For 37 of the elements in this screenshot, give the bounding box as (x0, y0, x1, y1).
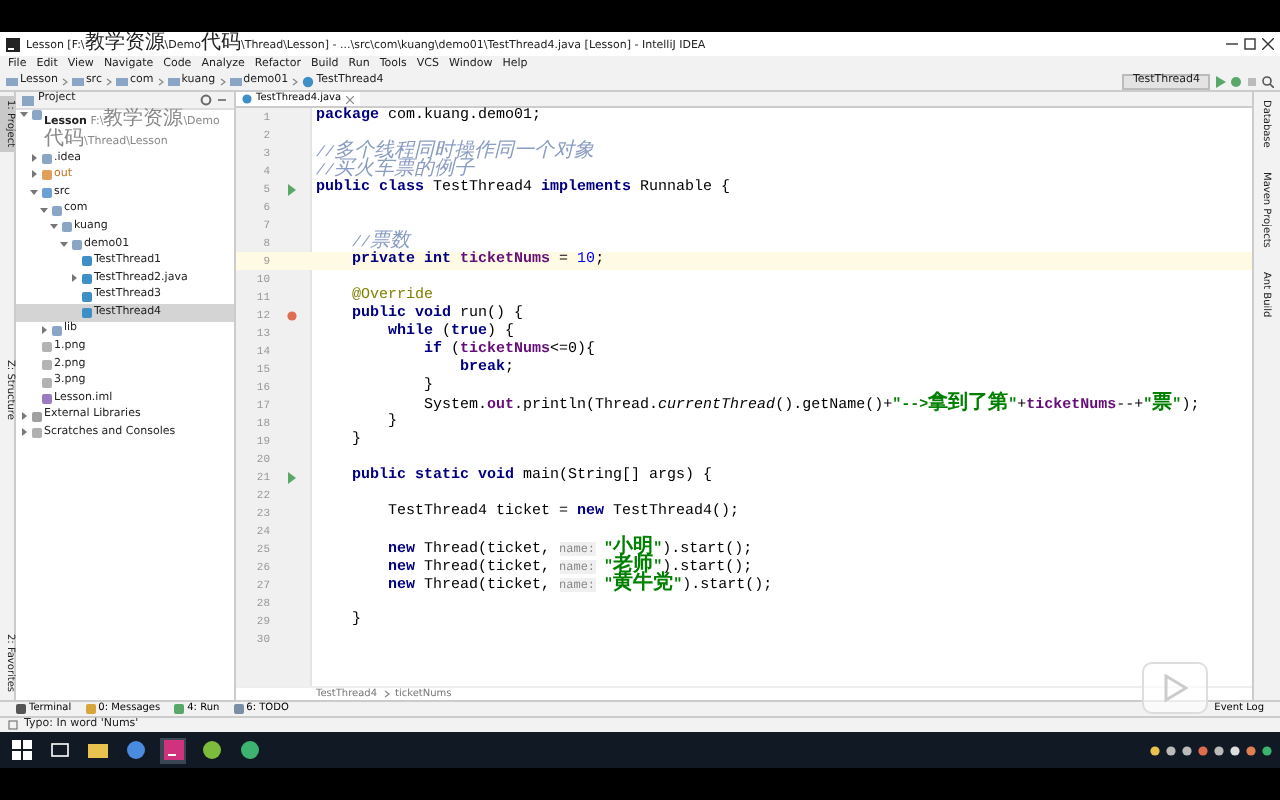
tool-icon (85, 704, 96, 714)
folder-icon (167, 76, 180, 88)
file-icon (41, 394, 51, 405)
maximize-icon (1244, 38, 1256, 50)
collapsed-arrow-icon (40, 325, 48, 334)
run-icon (1214, 76, 1226, 88)
stop-icon (1246, 76, 1258, 88)
tool-icon (174, 704, 185, 714)
chevron-icon (61, 78, 68, 86)
app-icon (125, 740, 145, 760)
chevron-icon (292, 78, 299, 86)
close-icon (345, 95, 354, 103)
collapsed-arrow-icon (70, 273, 78, 282)
minimize-icon (1226, 38, 1238, 50)
tool-icon (233, 704, 244, 714)
chevron-icon (105, 78, 112, 86)
app-logo-icon (6, 37, 20, 51)
class-icon (302, 76, 315, 88)
task-view-icon (49, 740, 69, 760)
windows-logo-icon (11, 740, 31, 760)
folder-icon (115, 76, 128, 88)
chevron-icon (157, 78, 164, 86)
folder-icon (87, 740, 107, 760)
expanded-arrow-icon (20, 110, 28, 118)
folder-icon (51, 325, 61, 336)
play-button[interactable] (1142, 662, 1208, 714)
close-icon (1262, 38, 1274, 50)
chevron-icon (219, 78, 226, 86)
search-icon (1262, 76, 1274, 88)
class-icon (242, 94, 252, 104)
folder-icon (71, 76, 84, 88)
tool-icon (16, 704, 26, 714)
status-icon (8, 720, 18, 730)
chevron-icon (383, 690, 390, 698)
folder-icon (229, 76, 242, 88)
minimize-icon (216, 94, 228, 106)
app-icon (163, 740, 183, 760)
